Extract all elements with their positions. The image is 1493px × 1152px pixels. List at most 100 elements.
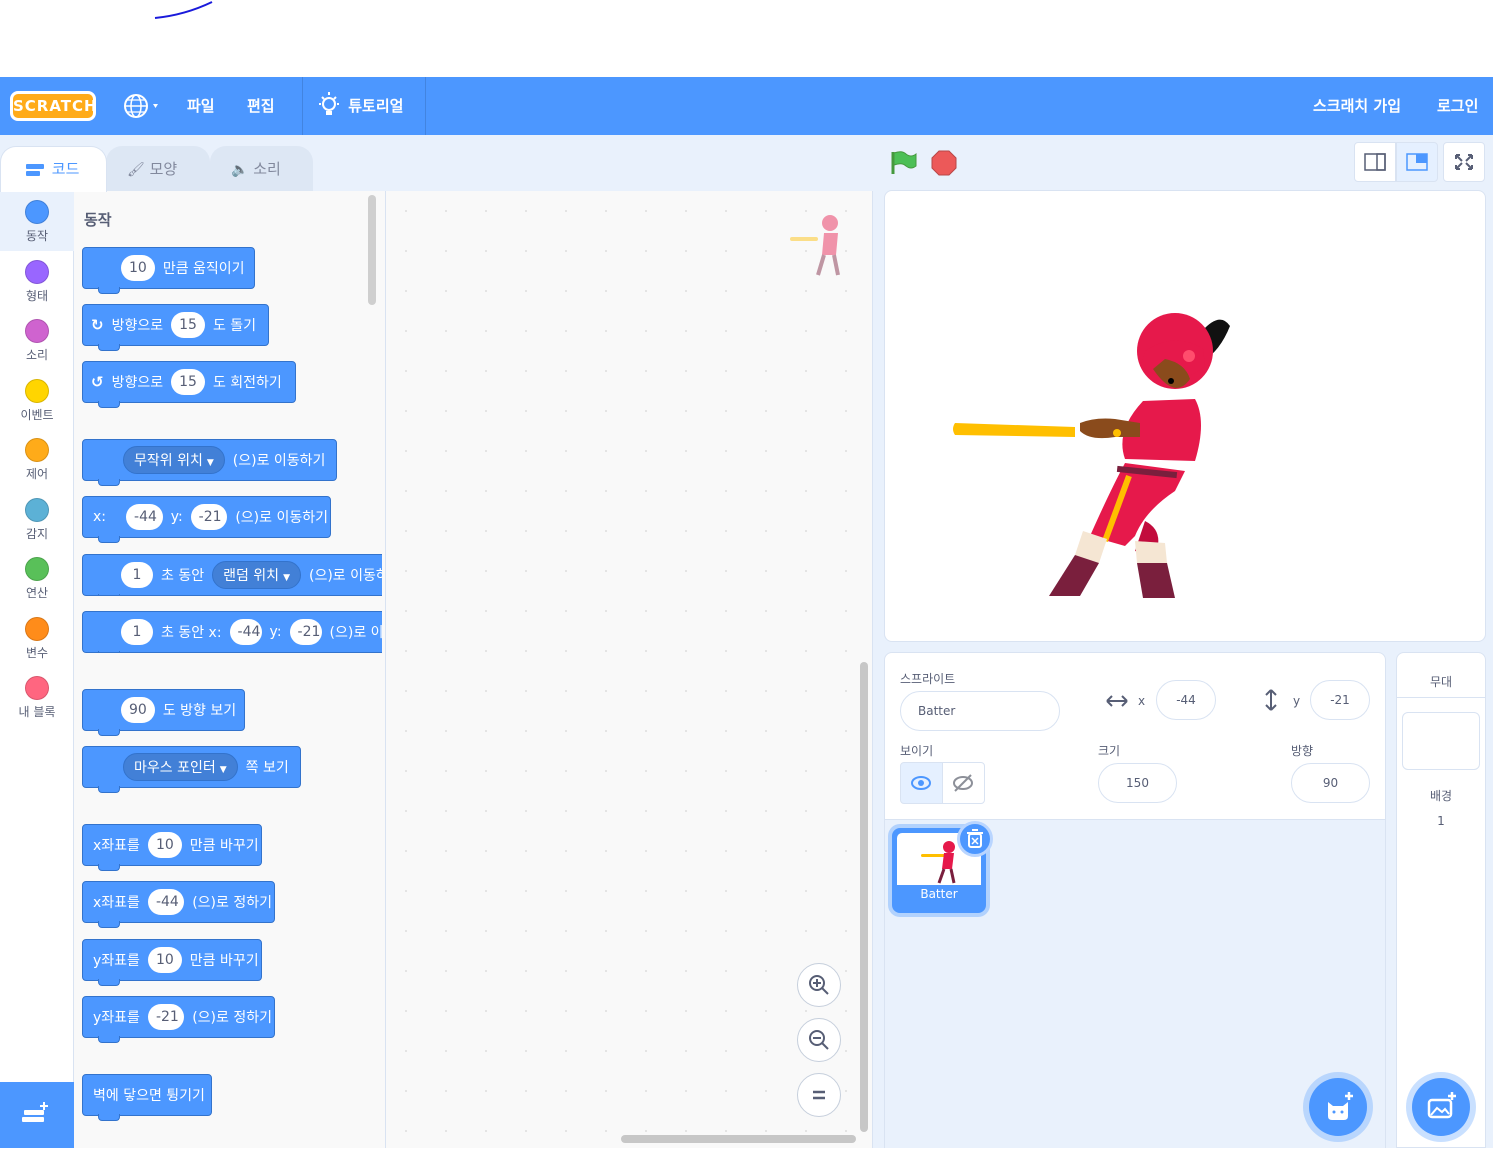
stage-pane-title: 무대 — [1429, 675, 1453, 689]
zoom-out-button[interactable] — [797, 1018, 841, 1062]
category-my-blocks[interactable]: 내 블록 — [0, 667, 74, 727]
degrees-input[interactable]: 15 — [171, 369, 205, 395]
point-towards-dropdown[interactable]: 마우스 포인터 ▼ — [123, 753, 238, 781]
choose-backdrop-button[interactable] — [1412, 1078, 1470, 1136]
green-flag-icon[interactable] — [890, 150, 918, 176]
fullscreen-button[interactable] — [1443, 142, 1485, 182]
add-extension-button[interactable] — [0, 1082, 74, 1148]
size-input[interactable]: 150 — [1098, 763, 1177, 803]
block-point-towards[interactable]: 마우스 포인터 ▼ 쪽 보기 — [82, 746, 301, 793]
category-sound[interactable]: 소리 — [0, 310, 74, 370]
direction-input[interactable]: 90 — [121, 697, 155, 723]
block-set-y[interactable]: y좌표를 -21 (으)로 정하기 — [82, 996, 275, 1043]
y-input[interactable]: -21 — [289, 619, 322, 645]
choose-sprite-button[interactable] — [1309, 1078, 1367, 1136]
stage-canvas[interactable] — [884, 190, 1486, 642]
delete-sprite-button[interactable] — [957, 821, 993, 857]
batter-sprite[interactable] — [885, 191, 1485, 641]
language-menu[interactable] — [122, 77, 162, 135]
file-menu[interactable]: 파일 — [187, 77, 215, 135]
block-glide-to-xy[interactable]: 1 초 동안 x: -44 y: -21 (으)로 이동하기 — [82, 611, 382, 653]
block-go-to[interactable]: 무작위 위치 ▼ (으)로 이동하기 — [82, 439, 337, 486]
small-stage-button[interactable] — [1354, 142, 1396, 182]
block-text: (으)로 이동하기 — [309, 568, 382, 584]
direction-input[interactable]: 90 — [1291, 763, 1370, 803]
image-add-icon — [1427, 1092, 1456, 1119]
x-input[interactable]: -44 — [147, 889, 185, 915]
seconds-input[interactable]: 1 — [121, 562, 153, 588]
block-move-steps[interactable]: 10 만큼 움직이기 — [82, 247, 255, 294]
zoom-in-button[interactable] — [797, 963, 841, 1007]
workspace-horizontal-scrollbar[interactable] — [621, 1135, 856, 1143]
large-stage-button[interactable] — [1396, 142, 1438, 182]
tab-code[interactable]: 코드 — [0, 146, 107, 192]
speaker-icon: 🔈 — [231, 162, 249, 178]
category-events[interactable]: 이벤트 — [0, 370, 74, 430]
block-change-x[interactable]: x좌표를 10 만큼 바꾸기 — [82, 824, 262, 871]
stage-target-pane[interactable]: 무대 배경 1 — [1396, 652, 1486, 1148]
degrees-input[interactable]: 15 — [171, 312, 205, 338]
y-input[interactable]: -21 — [1310, 680, 1370, 720]
seconds-input[interactable]: 1 — [121, 619, 153, 645]
workspace-vertical-scrollbar[interactable] — [860, 662, 868, 1132]
category-control[interactable]: 제어 — [0, 429, 74, 489]
edit-menu[interactable]: 편집 — [247, 77, 275, 135]
sprite-name-input[interactable]: Batter — [900, 691, 1060, 731]
backdrop-thumbnail[interactable] — [1402, 712, 1480, 770]
block-text: x좌표를 — [93, 838, 140, 854]
show-sprite-button[interactable] — [900, 762, 943, 804]
steps-input[interactable]: 10 — [121, 255, 155, 281]
block-text: x좌표를 — [93, 895, 140, 911]
block-text: 만큼 바꾸기 — [189, 838, 259, 854]
category-label: 동작 — [25, 229, 49, 243]
join-scratch-button[interactable]: 스크래치 가입 — [1313, 77, 1401, 135]
glide-target-dropdown[interactable]: 랜덤 위치 ▼ — [212, 561, 301, 589]
tab-sounds[interactable]: 🔈 소리 — [210, 146, 313, 191]
block-text: 도 돌기 — [212, 318, 257, 334]
category-label: 내 블록 — [18, 705, 56, 719]
block-text: 도 회전하기 — [212, 375, 282, 391]
y-input[interactable]: -21 — [147, 1004, 185, 1030]
tutorials-button[interactable]: 튜토리얼 — [317, 77, 403, 135]
category-menu: 동작 형태 소리 이벤트 제어 감지 연산 변수 내 블록 — [0, 191, 74, 1082]
block-set-x[interactable]: x좌표를 -44 (으)로 정하기 — [82, 881, 275, 928]
block-turn-right[interactable]: ↻ 방향으로 15 도 돌기 — [82, 304, 269, 351]
category-sensing[interactable]: 감지 — [0, 489, 74, 549]
globe-icon — [124, 94, 158, 118]
block-change-y[interactable]: y좌표를 10 만큼 바꾸기 — [82, 939, 262, 986]
eye-slash-icon — [953, 774, 973, 792]
large-stage-icon — [1406, 153, 1428, 171]
hide-sprite-button[interactable] — [942, 762, 985, 804]
block-go-to-xy[interactable]: x: -44 y: -21 (으)로 이동하기 — [82, 496, 331, 543]
go-to-target-dropdown[interactable]: 무작위 위치 ▼ — [123, 446, 225, 474]
block-bounce-on-edge[interactable]: 벽에 닿으면 튕기기 — [82, 1074, 212, 1121]
x-input[interactable]: -44 — [126, 504, 163, 530]
category-looks[interactable]: 형태 — [0, 251, 74, 311]
category-dot — [25, 379, 49, 403]
dy-input[interactable]: 10 — [147, 947, 182, 973]
y-input[interactable]: -21 — [190, 504, 228, 530]
category-dot — [25, 676, 49, 700]
category-variables[interactable]: 변수 — [0, 608, 74, 668]
size-label: 크기 — [1098, 744, 1121, 758]
scratch-logo[interactable]: SCRATCH — [10, 91, 97, 121]
block-text: 초 동안 — [161, 568, 205, 584]
x-input[interactable]: -44 — [229, 619, 262, 645]
zoom-reset-button[interactable] — [797, 1073, 841, 1117]
category-motion[interactable]: 동작 — [0, 191, 74, 251]
tab-costumes[interactable]: 🖌 모양 — [106, 146, 210, 191]
eye-icon — [911, 776, 931, 790]
palette-scrollbar[interactable] — [368, 195, 376, 305]
vertical-arrows-icon — [1265, 689, 1277, 711]
dx-input[interactable]: 10 — [147, 832, 182, 858]
sign-in-button[interactable]: 로그인 — [1437, 77, 1478, 135]
block-point-in-direction[interactable]: 90 도 방향 보기 — [82, 689, 245, 736]
backdrops-label: 배경 — [1429, 789, 1453, 803]
x-input[interactable]: -44 — [1156, 680, 1216, 720]
stop-icon[interactable] — [931, 150, 957, 176]
code-workspace[interactable] — [386, 191, 873, 1148]
category-operators[interactable]: 연산 — [0, 548, 74, 608]
block-turn-left[interactable]: ↺ 방향으로 15 도 회전하기 — [82, 361, 296, 408]
block-glide-to[interactable]: 1 초 동안 랜덤 위치▼ (으)로 이동하기 — [82, 554, 382, 596]
block-text: 초 동안 x: — [161, 625, 222, 641]
